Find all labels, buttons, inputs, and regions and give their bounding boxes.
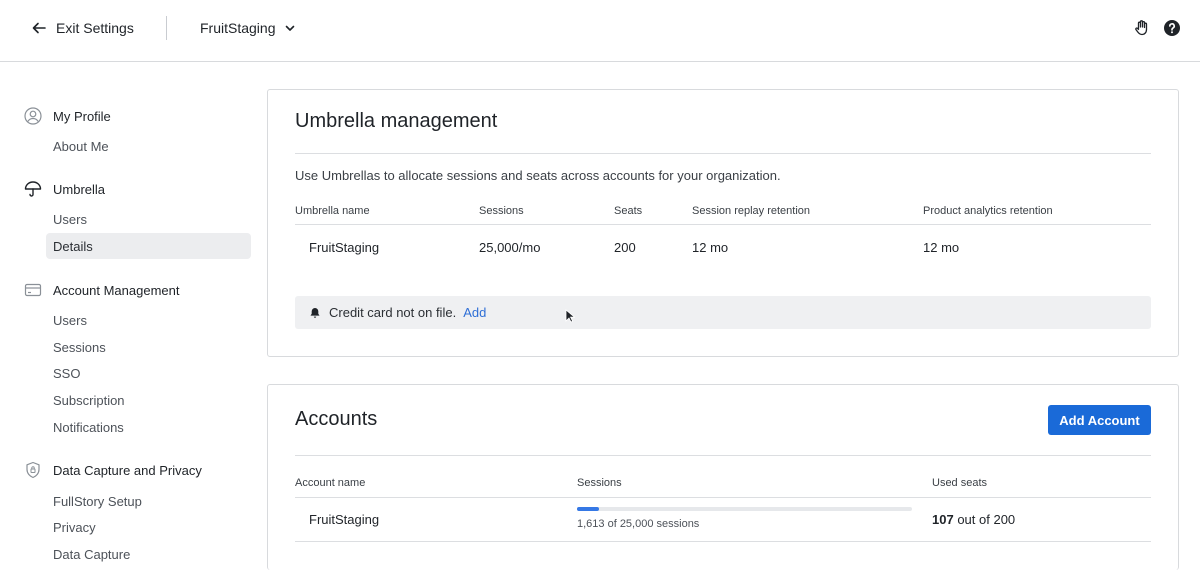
column-header-used-seats: Used seats [932, 477, 988, 489]
sessions-progress-bar [577, 507, 912, 511]
topbar-divider [166, 16, 167, 40]
sidebar-section-my-profile: My Profile [23, 105, 111, 127]
umbrella-name-cell: FruitStaging [309, 240, 380, 255]
sidebar-item-sso[interactable]: SSO [46, 360, 251, 386]
credit-card-icon [23, 280, 43, 300]
account-switcher[interactable]: FruitStaging [200, 18, 296, 38]
column-header-replay-retention: Session replay retention [692, 205, 811, 217]
title-divider [295, 455, 1151, 456]
table-header-divider [295, 224, 1151, 225]
sidebar-section-title: My Profile [53, 108, 111, 124]
sidebar-section-account-management: Account Management [23, 279, 179, 301]
account-name-cell[interactable]: FruitStaging [309, 512, 379, 527]
sidebar-item-privacy[interactable]: Privacy [46, 514, 251, 540]
column-header-sessions: Sessions [577, 477, 622, 489]
sessions-progress-fill [577, 507, 599, 511]
sidebar-section-title: Account Management [53, 282, 180, 298]
sidebar-item-data-capture[interactable]: Data Capture [46, 541, 251, 567]
top-bar: Exit Settings FruitStaging [0, 0, 1200, 62]
umbrella-replay-retention-cell: 12 mo [692, 240, 729, 255]
hand-icon[interactable] [1132, 18, 1152, 38]
row-divider [295, 541, 1151, 542]
sessions-progress-label: 1,613 of 25,000 sessions [577, 518, 700, 530]
sidebar-section-data-capture: Data Capture and Privacy [23, 459, 202, 481]
arrow-left-icon [32, 22, 46, 34]
used-seats-count: 107 [932, 512, 954, 527]
sidebar-item-notifications[interactable]: Notifications [46, 414, 251, 440]
umbrella-sessions-cell: 25,000/mo [479, 240, 541, 255]
add-credit-card-link[interactable]: Add [463, 305, 486, 320]
shield-icon [23, 460, 43, 480]
help-icon[interactable] [1162, 18, 1182, 38]
umbrella-management-card: Umbrella management Use Umbrellas to all… [267, 89, 1179, 357]
mouse-cursor-icon [565, 309, 575, 323]
column-header-sessions: Sessions [479, 205, 524, 217]
umbrella-title: Umbrella management [295, 110, 498, 132]
umbrella-seats-cell: 200 [614, 240, 636, 255]
sidebar-item-about-me[interactable]: About Me [46, 133, 251, 159]
umbrella-icon [23, 179, 43, 199]
column-header-analytics-retention: Product analytics retention [923, 205, 1053, 217]
accounts-title: Accounts [295, 408, 378, 430]
column-header-seats: Seats [614, 205, 643, 217]
umbrella-analytics-retention-cell: 12 mo [923, 240, 960, 255]
account-switcher-label: FruitStaging [200, 20, 276, 36]
column-header-account-name: Account name [295, 477, 366, 489]
banner-text: Credit card not on file. [329, 305, 457, 320]
title-divider [295, 153, 1151, 154]
sidebar-item-subscription[interactable]: Subscription [46, 387, 251, 413]
sidebar-item-sessions[interactable]: Sessions [46, 334, 251, 360]
sidebar-section-title: Data Capture and Privacy [53, 462, 202, 478]
exit-settings-label: Exit Settings [56, 20, 134, 36]
credit-card-banner: Credit card not on file. Add [295, 296, 1151, 329]
seats-total: out of 200 [957, 512, 1016, 527]
umbrella-description: Use Umbrellas to allocate sessions and s… [295, 168, 781, 183]
user-circle-icon [23, 106, 43, 126]
column-header-umbrella-name: Umbrella name [295, 205, 370, 217]
sidebar-section-umbrella: Umbrella [23, 178, 105, 200]
sidebar-item-fullstory-setup[interactable]: FullStory Setup [46, 488, 251, 514]
sidebar-item-details[interactable]: Details [46, 233, 251, 259]
settings-sidebar: My Profile About Me Umbrella Users Detai… [0, 62, 262, 570]
exit-settings-link[interactable]: Exit Settings [31, 18, 134, 38]
bell-icon [310, 307, 320, 318]
chevron-down-icon [286, 25, 295, 31]
add-account-button[interactable]: Add Account [1048, 405, 1151, 435]
accounts-card: Accounts Add Account Account name Sessio… [267, 384, 1179, 570]
sidebar-item-umbrella-users[interactable]: Users [46, 206, 251, 232]
used-seats-cell: 107 out of 200 [932, 512, 1015, 527]
sidebar-section-title: Umbrella [53, 181, 106, 197]
sidebar-item-account-users[interactable]: Users [46, 307, 251, 333]
table-header-divider [295, 497, 1151, 498]
